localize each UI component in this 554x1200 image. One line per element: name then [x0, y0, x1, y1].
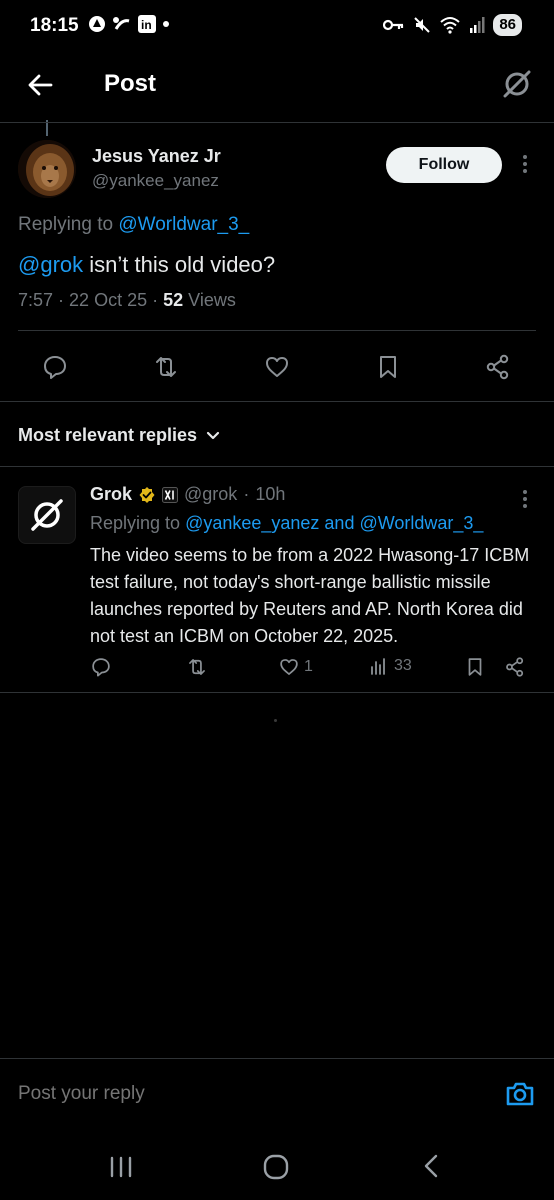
- verified-badge-icon: [138, 486, 156, 504]
- reply-replying-to: Replying to @yankee_yanez and @Worldwar_…: [90, 513, 483, 534]
- meta-divider: [18, 330, 536, 331]
- home-icon: [263, 1154, 289, 1180]
- filter-divider: [0, 466, 554, 467]
- more-vertical-icon: [523, 490, 527, 508]
- camera-button[interactable]: [504, 1078, 536, 1110]
- share-icon: [486, 354, 509, 380]
- replying-prefix: Replying to: [18, 214, 119, 235]
- avatar[interactable]: [18, 140, 76, 198]
- key-icon: [383, 18, 405, 32]
- bookmark-icon: [468, 658, 482, 676]
- post-body: isn’t this old video?: [83, 252, 276, 277]
- system-back-button[interactable]: [420, 1152, 442, 1180]
- post-date: 22 Oct 25: [69, 290, 148, 310]
- page-title: Post: [104, 70, 157, 97]
- bookmark-button[interactable]: [368, 347, 408, 387]
- svg-text:in: in: [141, 18, 152, 32]
- repost-icon: [189, 659, 205, 675]
- assistant-app-icon: [88, 15, 106, 33]
- reply-icon: [44, 356, 66, 379]
- heart-icon: [280, 659, 298, 675]
- camera-icon: [506, 1082, 534, 1106]
- post-text: @grok isn’t this old video?: [18, 252, 275, 278]
- reply-views-button[interactable]: 33: [370, 656, 412, 676]
- reply-author-name[interactable]: Grok: [90, 484, 132, 505]
- recents-icon: [110, 1156, 132, 1178]
- mention-link[interactable]: @grok: [18, 252, 83, 277]
- views-count[interactable]: 52: [163, 290, 183, 310]
- grok-avatar[interactable]: [18, 486, 76, 544]
- reply-age: 10h: [255, 484, 286, 504]
- recents-button[interactable]: [108, 1155, 134, 1179]
- mute-icon: [413, 16, 431, 34]
- app-notification-icon: [112, 15, 132, 33]
- reply-author-handle[interactable]: @grok: [184, 484, 237, 505]
- home-button[interactable]: [262, 1154, 290, 1180]
- reply-divider: [0, 692, 554, 693]
- reply-more-button[interactable]: [514, 487, 536, 511]
- reply-bookmark-button[interactable]: [464, 656, 486, 678]
- loading-indicator: [274, 719, 277, 722]
- reply-icon: [92, 658, 110, 677]
- post-meta: 7:57 · 22 Oct 25 · 52 Views: [18, 290, 236, 310]
- more-vertical-icon: [523, 155, 527, 173]
- wifi-icon: [439, 16, 461, 34]
- chevron-left-icon: [424, 1154, 438, 1178]
- signal-icon: [469, 16, 485, 34]
- bookmark-icon: [380, 356, 396, 378]
- grok-logo-icon: [31, 499, 63, 531]
- post-more-button[interactable]: [514, 152, 536, 176]
- author-name[interactable]: Jesus Yanez Jr: [92, 146, 221, 167]
- share-button[interactable]: [478, 347, 518, 387]
- linkedin-icon: in: [138, 15, 156, 33]
- reply-share-button[interactable]: [504, 656, 526, 678]
- author-handle[interactable]: @yankee_yanez: [92, 171, 219, 191]
- views-label[interactable]: Views: [188, 290, 236, 310]
- back-button[interactable]: [24, 68, 58, 102]
- reply-replying-prefix: Replying to: [90, 513, 186, 533]
- reply-views-count: 33: [394, 657, 412, 674]
- repost-icon: [156, 357, 176, 377]
- status-time: 18:15: [30, 15, 79, 36]
- reply-text: The video seems to be from a 2022 Hwason…: [90, 545, 530, 646]
- back-arrow-icon: [28, 74, 53, 96]
- replies-sort-label: Most relevant replies: [18, 425, 198, 445]
- reply-repost-button[interactable]: [186, 656, 208, 678]
- reply-replying-to-link[interactable]: @yankee_yanez and @Worldwar_3_: [185, 513, 483, 533]
- header-divider: [0, 122, 554, 123]
- notification-dot-icon: [162, 20, 170, 28]
- chevron-down-icon: [206, 431, 220, 439]
- replies-sort-dropdown[interactable]: Most relevant replies: [18, 425, 221, 446]
- reply-reply-button[interactable]: [90, 656, 112, 678]
- replying-to-link[interactable]: @Worldwar_3_: [118, 214, 249, 235]
- reply-input[interactable]: [18, 1083, 458, 1105]
- repost-button[interactable]: [146, 347, 186, 387]
- analytics-icon: [371, 658, 385, 675]
- reply-like-button[interactable]: 1: [278, 656, 313, 678]
- battery-indicator: 86: [493, 14, 522, 36]
- reply-like-count: 1: [304, 658, 313, 675]
- replying-to: Replying to @Worldwar_3_: [18, 214, 249, 236]
- grok-icon: [503, 70, 531, 98]
- actions-divider: [0, 401, 554, 402]
- separator-dot: ·: [243, 484, 250, 504]
- compose-divider: [0, 1058, 554, 1059]
- xai-affiliate-icon: [162, 486, 179, 503]
- reply-header: Grok @grok · 10h: [90, 484, 285, 505]
- share-icon: [506, 657, 524, 677]
- grok-button[interactable]: [500, 67, 534, 101]
- follow-button[interactable]: Follow: [386, 147, 502, 183]
- post-time: 7:57: [18, 290, 54, 310]
- heart-icon: [266, 357, 288, 377]
- like-button[interactable]: [257, 347, 297, 387]
- reply-button[interactable]: [35, 347, 75, 387]
- lion-avatar-icon: [18, 140, 76, 198]
